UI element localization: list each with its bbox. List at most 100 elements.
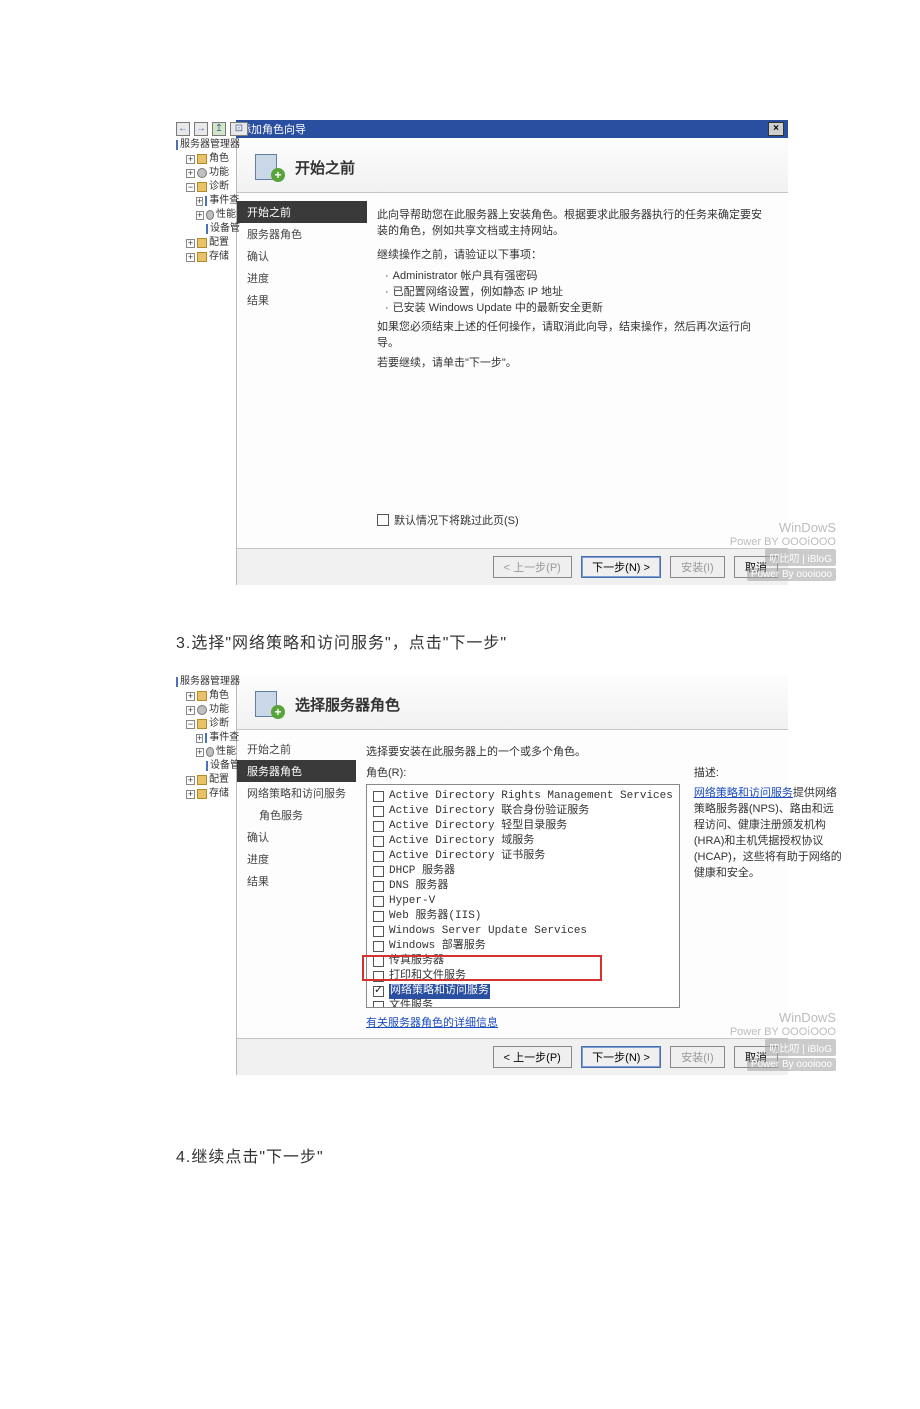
role-item[interactable]: Active Directory 联合身份验证服务 [373,804,673,819]
cancel-button[interactable]: 取消 [734,1046,778,1068]
role-item[interactable]: 传真服务器 [373,954,673,969]
checkbox-icon[interactable] [373,896,384,907]
role-item[interactable]: Windows Server Update Services [373,924,673,939]
tree-item[interactable]: 功能 [209,166,229,180]
wizard-content: 此向导帮助您在此服务器上安装角色。根据要求此服务器执行的任务来确定要安装的角色，… [367,193,788,548]
install-button: 安装(I) [670,556,724,578]
checkbox-icon[interactable] [373,881,384,892]
role-item[interactable]: 文件服务 [373,999,673,1008]
refresh-icon[interactable]: ⊡ [230,122,248,136]
expander-icon[interactable]: + [196,748,204,757]
install-button: 安装(I) [670,1046,724,1068]
tree-item[interactable]: 角色 [209,689,229,703]
tree-item[interactable]: 诊断 [209,180,229,194]
checkbox-icon[interactable] [377,514,389,526]
tree-item[interactable]: 事件查 [209,194,239,208]
tree-item[interactable]: 设备管 [210,222,240,236]
forward-icon[interactable]: → [194,122,208,136]
sidenav-item-nps[interactable]: 网络策略和访问服务 [237,782,356,804]
close-icon[interactable]: × [768,122,784,136]
sidenav-item-progress[interactable]: 进度 [237,267,367,289]
sidenav-item-confirm[interactable]: 确认 [237,245,367,267]
expander-icon[interactable]: + [186,239,195,248]
checkbox-icon[interactable] [373,986,384,997]
role-item[interactable]: 打印和文件服务 [373,969,673,984]
expander-icon[interactable]: − [186,183,195,192]
tree-item[interactable]: 事件查 [209,731,239,745]
tree-item[interactable]: 性能 [216,745,236,759]
checkbox-icon[interactable] [373,821,384,832]
tree-item[interactable]: 配置 [209,773,229,787]
expander-icon[interactable]: + [196,211,204,220]
roles-more-link[interactable]: 有关服务器角色的详细信息 [366,1014,498,1030]
wizard-logo-icon: + [255,152,285,182]
description-body: 网络策略和访问服务提供网络策略服务器(NPS)、路由和远程访问、健康注册颁发机构… [694,784,844,880]
sidenav-item-result[interactable]: 结果 [237,870,356,892]
tree-item[interactable]: 设备管 [210,759,240,773]
role-item[interactable]: DHCP 服务器 [373,864,673,879]
role-item[interactable]: Web 服务器(IIS) [373,909,673,924]
checkbox-icon[interactable] [373,1001,384,1008]
role-item[interactable]: Active Directory 证书服务 [373,849,673,864]
role-item[interactable]: 网络策略和访问服务 [373,984,673,999]
tree-root[interactable]: 服务器管理器 [180,138,240,152]
checkbox-icon[interactable] [373,836,384,847]
sidenav-item-roles[interactable]: 服务器角色 [237,223,367,245]
role-item[interactable]: Windows 部署服务 [373,939,673,954]
sidenav-item-confirm[interactable]: 确认 [237,826,356,848]
skip-checkbox[interactable]: 默认情况下将跳过此页(S) [377,512,519,528]
next-button[interactable]: 下一步(N) > [581,1046,661,1068]
instruction-3: 3.选择"网络策略和访问服务"，点击"下一步" [176,629,920,653]
role-item[interactable]: Active Directory 轻型目录服务 [373,819,673,834]
back-icon[interactable]: ← [176,122,190,136]
expander-icon[interactable]: + [196,734,203,743]
bullet-item: 已配置网络设置，例如静态 IP 地址 [385,283,772,299]
expander-icon[interactable]: + [186,155,195,164]
checkbox-icon[interactable] [373,866,384,877]
sidenav-item-roleservices[interactable]: 角色服务 [237,804,356,826]
tree-item[interactable]: 存储 [209,787,229,801]
checkbox-icon[interactable] [373,791,384,802]
checkbox-icon[interactable] [373,926,384,937]
tree-item[interactable]: 存储 [209,250,229,264]
checkbox-icon[interactable] [373,971,384,982]
up-icon[interactable]: ↥ [212,122,226,136]
sidenav-item-begin[interactable]: 开始之前 [237,738,356,760]
roles-listbox[interactable]: Active Directory Rights Management Servi… [366,784,680,1008]
prev-button[interactable]: < 上一步(P) [493,1046,572,1068]
tree-item[interactable]: 配置 [209,236,229,250]
role-item[interactable]: Hyper-V [373,894,673,909]
role-item[interactable]: Active Directory Rights Management Servi… [373,789,673,804]
checkbox-icon[interactable] [373,956,384,967]
sidenav-item-result[interactable]: 结果 [237,289,367,311]
sidenav-item-begin[interactable]: 开始之前 [237,201,367,223]
button-row: < 上一步(P) 下一步(N) > 安装(I) 取消 [237,548,788,585]
expander-icon[interactable]: + [186,692,195,701]
cancel-button[interactable]: 取消 [734,556,778,578]
description-link[interactable]: 网络策略和访问服务 [694,787,793,799]
tree-item[interactable]: 功能 [209,703,229,717]
next-button[interactable]: 下一步(N) > [581,556,661,578]
role-item[interactable]: Active Directory 域服务 [373,834,673,849]
wizard-logo-icon: + [255,689,285,719]
role-item[interactable]: DNS 服务器 [373,879,673,894]
expander-icon[interactable]: + [196,197,203,206]
tree-item[interactable]: 诊断 [209,717,229,731]
wizard-sidenav: 开始之前 服务器角色 确认 进度 结果 [237,193,367,548]
expander-icon[interactable]: + [186,776,195,785]
checkbox-icon[interactable] [373,851,384,862]
expander-icon[interactable]: + [186,253,195,262]
expander-icon[interactable]: − [186,720,195,729]
sidenav-item-progress[interactable]: 进度 [237,848,356,870]
sidenav-item-roles[interactable]: 服务器角色 [237,760,356,782]
tree-item[interactable]: 角色 [209,152,229,166]
expander-icon[interactable]: + [186,790,195,799]
expander-icon[interactable]: + [186,706,195,715]
folder-icon [197,182,207,192]
tree-root[interactable]: 服务器管理器 [180,675,240,689]
checkbox-icon[interactable] [373,911,384,922]
expander-icon[interactable]: + [186,169,195,178]
checkbox-icon[interactable] [373,941,384,952]
tree-item[interactable]: 性能 [216,208,236,222]
checkbox-icon[interactable] [373,806,384,817]
